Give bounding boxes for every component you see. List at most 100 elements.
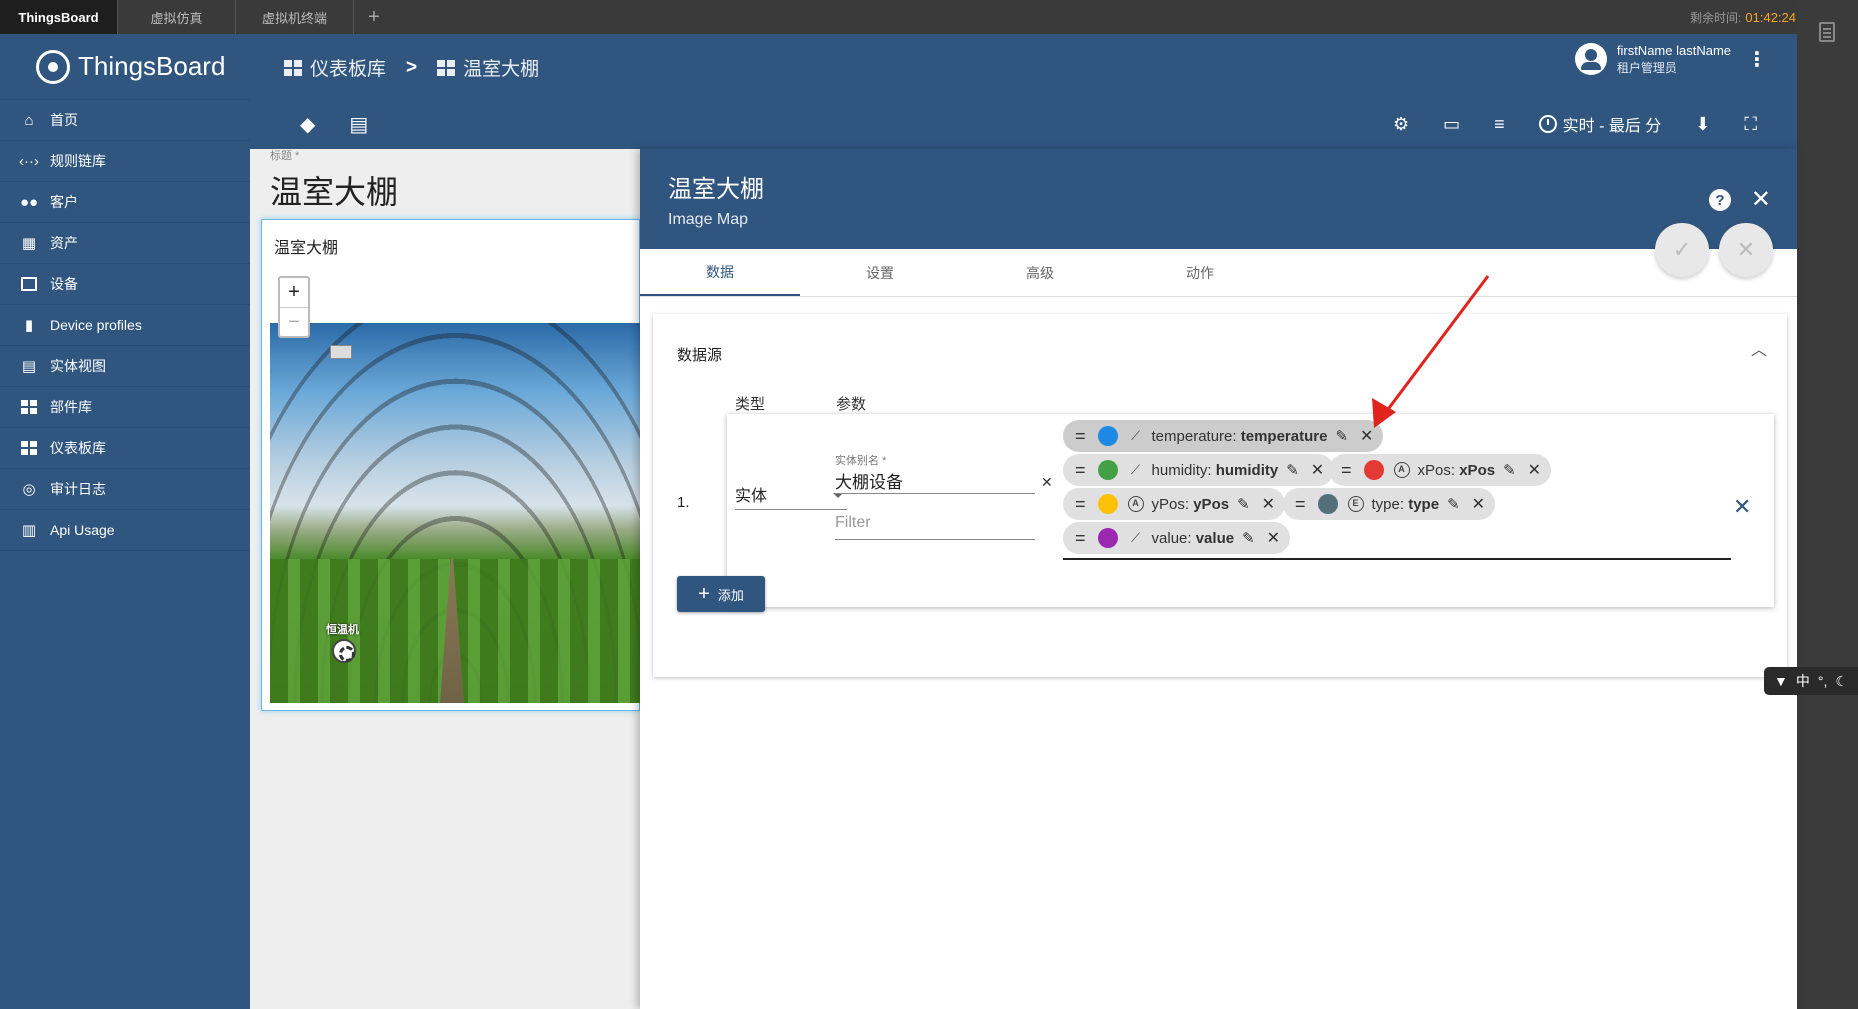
right-tool-strip	[1797, 0, 1858, 1009]
chevron-up-icon[interactable]: ︿	[1751, 336, 1767, 360]
data-key-chip-ypos[interactable]: = A yPos: yPos ✎ ✕	[1063, 488, 1286, 520]
dashboard-left-tools: ◆ ▤	[300, 112, 368, 137]
tab-actions[interactable]: 动作	[1120, 249, 1280, 296]
edit-icon[interactable]: ✎	[1286, 461, 1299, 479]
add-datasource-button[interactable]: + 添加	[677, 576, 765, 612]
drag-handle-icon[interactable]: =	[1075, 460, 1086, 481]
data-key-chip-temperature[interactable]: = ⟋ temperature: temperature ✎ ✕	[1063, 420, 1384, 452]
sidebar-item-audit-logs[interactable]: ◎ 审计日志	[0, 469, 250, 510]
attribute-icon: A	[1127, 496, 1144, 512]
punctuation-icon[interactable]: °,	[1818, 673, 1828, 689]
timewindow-button[interactable]: 实时 - 最后 分	[1538, 112, 1661, 136]
data-key-label: type: type	[1371, 495, 1440, 513]
data-key-label: humidity: humidity	[1151, 461, 1279, 479]
filter-icon[interactable]: ≡	[1494, 114, 1505, 135]
dashboards-icon	[18, 439, 40, 457]
remove-icon[interactable]: ✕	[1528, 460, 1541, 480]
brand-logo[interactable]: ThingsBoard	[0, 34, 250, 100]
download-icon[interactable]: ⬇	[1695, 114, 1710, 135]
top-tab-bar: ThingsBoard 虚拟仿真 虚拟机终端 + 剩余时间: 01:42:24	[0, 0, 1858, 34]
chart-icon: ▥	[21, 522, 37, 539]
data-key-chip-value[interactable]: = ⟋ value: value ✎ ✕	[1063, 522, 1291, 554]
zoom-in-button[interactable]: +	[280, 278, 308, 307]
entity-alias-input[interactable]: 大棚设备	[835, 468, 1035, 494]
tab-data[interactable]: 数据	[640, 249, 800, 296]
sidebar-item-device-profiles[interactable]: ▮ Device profiles	[0, 305, 250, 346]
tab-settings[interactable]: 设置	[800, 249, 960, 296]
key-color-swatch[interactable]	[1097, 494, 1118, 514]
drag-handle-icon[interactable]: =	[1075, 494, 1086, 515]
data-key-chip-xpos[interactable]: = A xPos: xPos ✎ ✕	[1329, 454, 1552, 486]
more-vert-icon[interactable]: ⋮	[1747, 47, 1767, 72]
ime-toolbar[interactable]: ▼ 中 °, ☾	[1764, 667, 1858, 695]
filter-input[interactable]: Filter	[835, 514, 1035, 540]
tab-vm-terminal[interactable]: 虚拟机终端	[236, 0, 354, 34]
drag-handle-icon[interactable]: =	[1295, 494, 1306, 515]
sidebar-item-devices[interactable]: 设备	[0, 264, 250, 305]
layout-icon[interactable]: ▤	[349, 112, 368, 137]
sidebar-item-rule-chains[interactable]: ‹··› 规则链库	[0, 141, 250, 182]
sidebar-item-home[interactable]: ⌂ 首页	[0, 100, 250, 141]
remove-icon[interactable]: ✕	[1472, 494, 1485, 514]
plus-icon: +	[698, 582, 710, 605]
key-color-swatch[interactable]	[1097, 528, 1118, 548]
drag-handle-icon[interactable]: =	[1075, 426, 1086, 447]
document-icon[interactable]	[1819, 22, 1835, 42]
image-map-widget[interactable]: 温室大棚 恒温机 + −	[261, 219, 641, 711]
zoom-out-button[interactable]: −	[280, 307, 308, 336]
sidebar-item-customers[interactable]: ●● 客户	[0, 182, 250, 223]
edit-icon[interactable]: ✎	[1503, 461, 1516, 479]
breadcrumb-dashboards[interactable]: 仪表板库	[284, 54, 386, 81]
layers-icon[interactable]: ◆	[300, 112, 315, 137]
edit-icon[interactable]: ✎	[1335, 427, 1348, 445]
remove-icon[interactable]: ✕	[1311, 460, 1324, 480]
fan-icon[interactable]	[332, 639, 356, 663]
drag-handle-icon[interactable]: =	[1075, 528, 1086, 549]
moon-icon[interactable]: ☾	[1835, 673, 1848, 690]
clear-alias-icon[interactable]: ✕	[1041, 474, 1053, 491]
sidebar-item-entity-views[interactable]: ▤ 实体视图	[0, 346, 250, 387]
title-label: 标题 *	[270, 150, 300, 162]
key-color-swatch[interactable]	[1317, 494, 1338, 514]
help-icon[interactable]: ?	[1709, 189, 1731, 211]
remove-icon[interactable]: ✕	[1267, 528, 1280, 548]
remove-datasource-icon[interactable]: ✕	[1733, 494, 1751, 520]
greenhouse-image[interactable]: 恒温机	[270, 323, 641, 703]
sidebar-item-dashboards[interactable]: 仪表板库	[0, 428, 250, 469]
brand-name: ThingsBoard	[78, 51, 226, 81]
tab-thingsboard[interactable]: ThingsBoard	[0, 0, 118, 34]
data-key-label: yPos: yPos	[1151, 495, 1230, 513]
sidebar-item-api-usage[interactable]: ▥ Api Usage	[0, 510, 250, 551]
zoom-control: + −	[278, 276, 310, 338]
sidebar-item-widgets[interactable]: 部件库	[0, 387, 250, 428]
remove-icon[interactable]: ✕	[1262, 494, 1275, 514]
sidebar-item-assets[interactable]: ▦ 资产	[0, 223, 250, 264]
add-tab-button[interactable]: +	[354, 0, 394, 34]
edit-icon[interactable]: ✎	[1237, 495, 1250, 513]
user-menu[interactable]: firstName lastName 租户管理员 ⋮	[1574, 42, 1767, 76]
data-key-chip-type[interactable]: = E type: type ✎ ✕	[1283, 488, 1496, 520]
key-color-swatch[interactable]	[1097, 426, 1118, 446]
tab-virtual-sim[interactable]: 虚拟仿真	[118, 0, 236, 34]
sidebar-item-label: 客户	[50, 194, 78, 210]
edit-icon[interactable]: ✎	[1447, 495, 1460, 513]
key-color-swatch[interactable]	[1363, 460, 1384, 480]
device-marker-icon[interactable]	[330, 345, 352, 359]
datasource-type-select[interactable]: 实体	[735, 482, 847, 510]
close-icon[interactable]: ✕	[1751, 185, 1771, 214]
drag-handle-icon[interactable]: =	[1341, 460, 1352, 481]
panel-tabs: 数据 设置 高级 动作	[640, 249, 1797, 297]
ime-mode[interactable]: 中	[1796, 671, 1810, 691]
tab-advanced[interactable]: 高级	[960, 249, 1120, 296]
home-icon: ⌂	[24, 111, 34, 129]
edit-icon[interactable]: ✎	[1242, 529, 1255, 547]
data-key-chip-humidity[interactable]: = ⟋ humidity: humidity ✎ ✕	[1063, 454, 1335, 486]
breadcrumb: 仪表板库 > 温室大棚	[284, 54, 539, 81]
datasources-title: 数据源	[677, 347, 723, 364]
dashboard-title[interactable]: 温室大棚	[270, 167, 398, 213]
key-color-swatch[interactable]	[1097, 460, 1118, 480]
fullscreen-icon[interactable]: ⛶	[1744, 114, 1757, 135]
settings-icon[interactable]: ⚙	[1393, 114, 1409, 135]
shirt-icon[interactable]: ▼	[1774, 673, 1788, 689]
devices-icon[interactable]: ▭	[1443, 114, 1460, 135]
